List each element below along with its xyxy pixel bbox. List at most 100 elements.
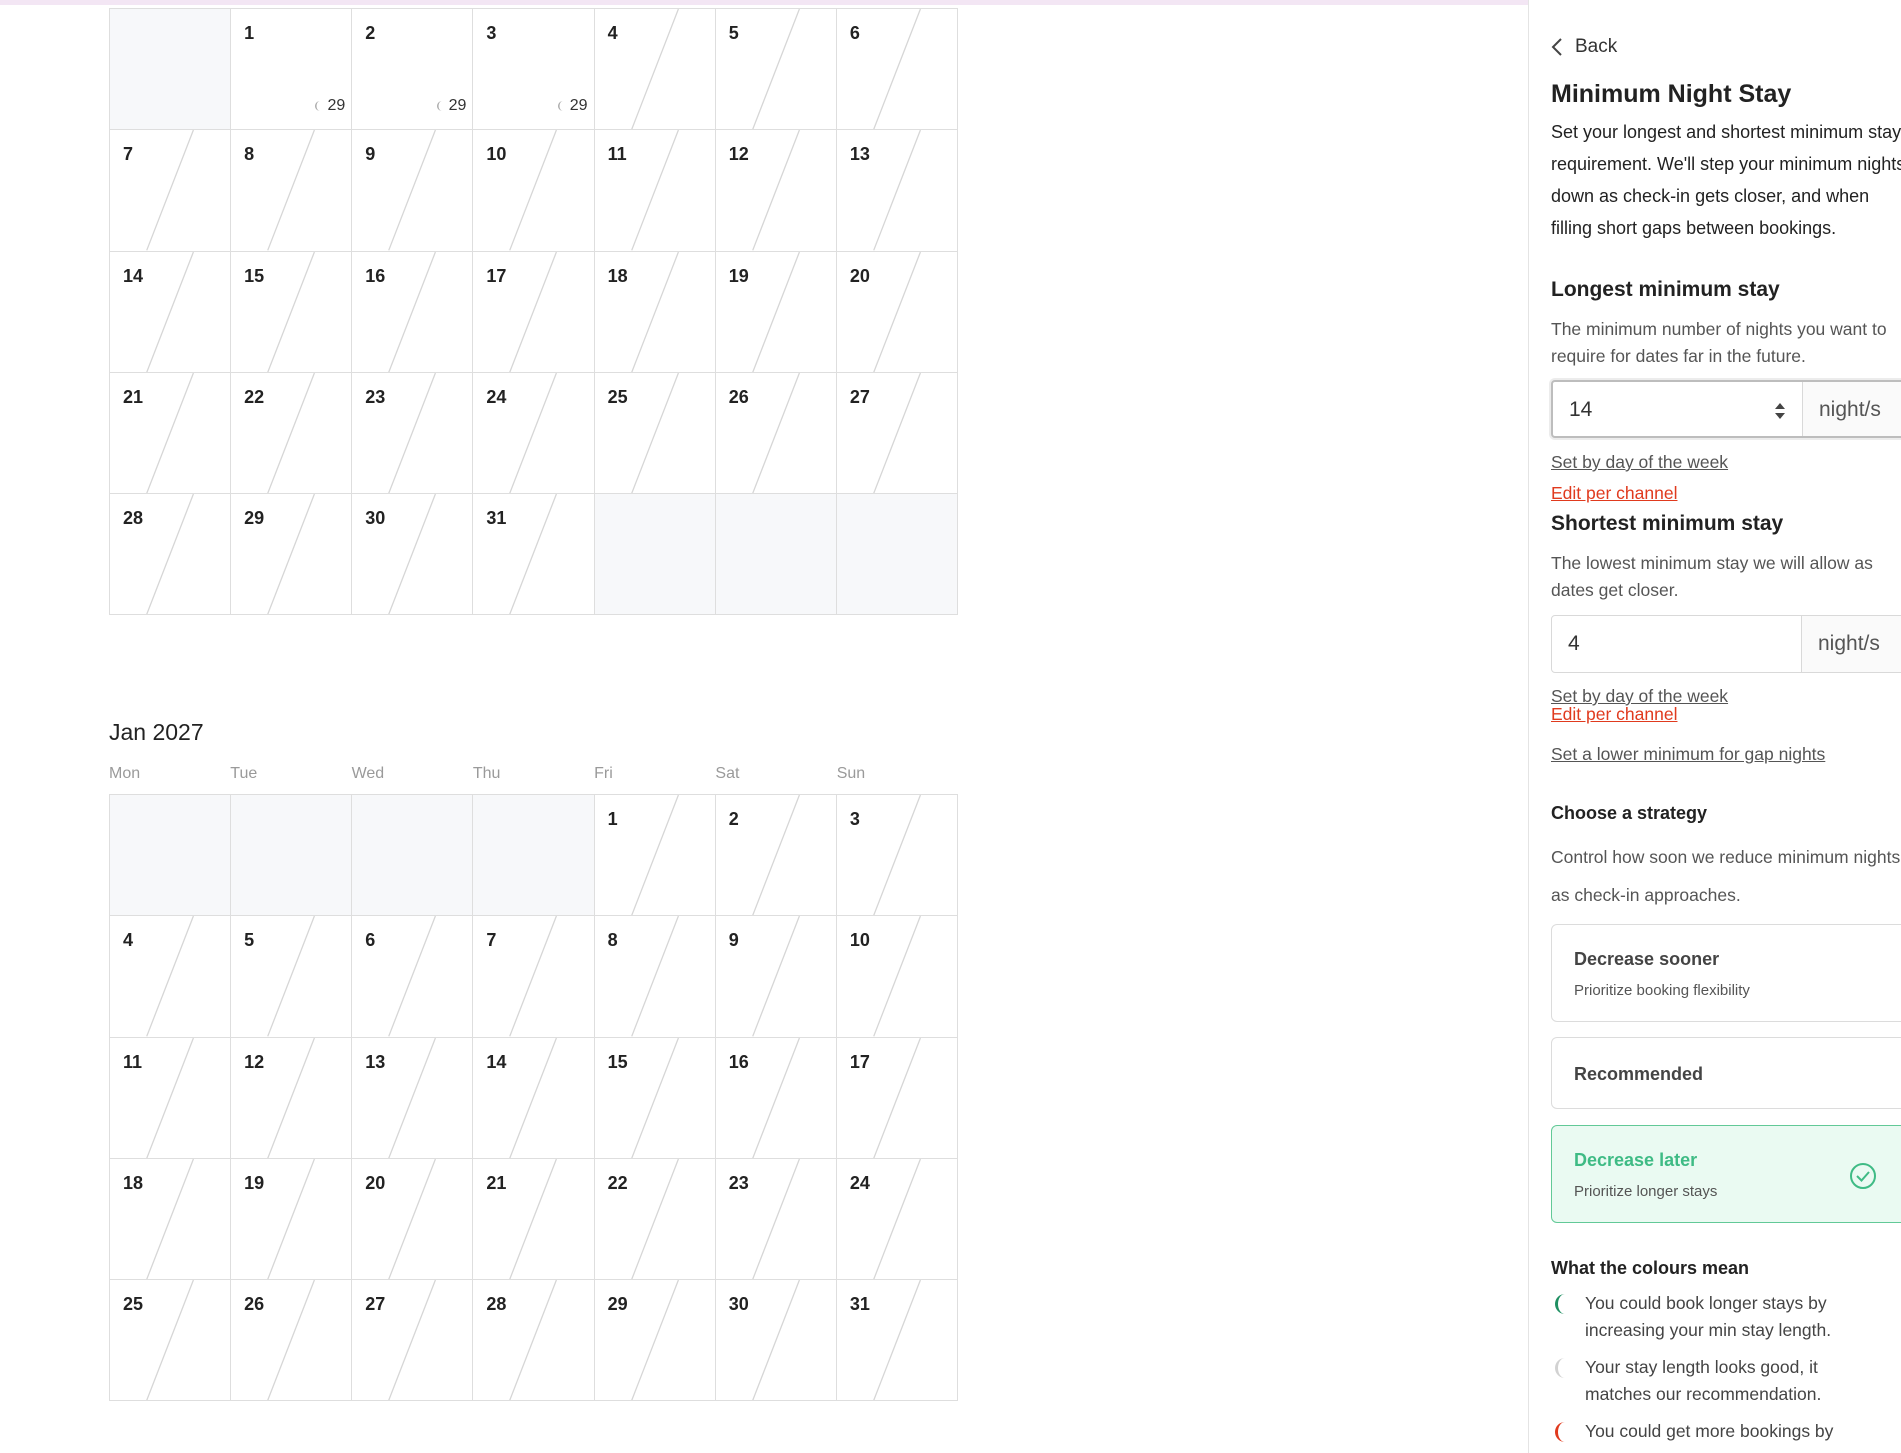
day-number: 26 [244,1294,265,1315]
calendar-day-cell[interactable]: 27 [352,1280,474,1402]
weekday-label: Mon [109,765,141,782]
calendar-day-cell[interactable]: 15 [594,1037,716,1159]
shortest-edit-per-channel-link[interactable]: Edit per channel [1551,704,1677,725]
longest-edit-per-channel-link[interactable]: Edit per channel [1551,483,1677,504]
calendar-day-cell[interactable]: 2 29 [352,9,474,131]
back-button[interactable]: Back [1551,36,1617,58]
calendar-day-cell[interactable]: 5 [231,916,353,1038]
calendar-day-cell[interactable]: 26 [231,1280,353,1402]
calendar-day-cell[interactable]: 19 [231,1158,353,1281]
strategy-option-recommended[interactable]: Recommended [1551,1037,1901,1109]
calendar-day-cell[interactable]: 7 [473,916,595,1038]
calendar-day-cell[interactable]: 17 [473,251,595,373]
calendar-day-cell[interactable]: 28 [110,494,232,616]
day-number: 12 [244,1051,265,1072]
day-number: 5 [244,930,255,951]
longest-min-stay-input[interactable]: 14 [1553,382,1803,436]
calendar-day-cell[interactable]: 11 [110,1037,232,1159]
day-number: 23 [728,1172,749,1193]
day-number: 7 [486,930,497,951]
calendar-day-cell[interactable]: 5 [715,9,837,131]
gap-nights-link[interactable]: Set a lower minimum for gap nights [1551,744,1825,765]
calendar-day-cell[interactable]: 25 [110,1280,232,1402]
calendar-day-cell[interactable]: 31 [836,1280,958,1402]
strategy-heading: Choose a strategy [1551,803,1708,823]
day-number: 13 [365,1051,386,1072]
calendar-day-cell[interactable]: 6 [352,916,474,1038]
weekday-label: Wed [352,0,473,8]
calendar-day-cell[interactable]: 2 [715,795,837,917]
calendar-day-cell[interactable]: 1 [594,795,716,917]
calendar-day-cell[interactable]: 14 [110,251,232,373]
calendar-day-cell[interactable]: 16 [352,251,474,373]
calendar-day-cell[interactable]: 13 [352,1037,474,1159]
day-number: 17 [486,265,507,286]
calendar-day-cell[interactable]: 9 [715,916,837,1038]
day-number: 10 [486,144,507,165]
calendar-day-cell[interactable]: 22 [594,1158,716,1281]
calendar-day-cell[interactable]: 21 [110,372,232,495]
day-number: 14 [123,265,144,286]
calendar-day-cell[interactable]: 19 [715,251,837,373]
calendar-day-cell[interactable]: 24 [473,372,595,495]
calendar-day-cell[interactable]: 28 [473,1280,595,1402]
calendar-day-cell[interactable]: 21 [473,1158,595,1281]
calendar-day-cell[interactable]: 23 [715,1158,837,1281]
shortest-min-stay-input[interactable]: 4 [1552,616,1802,672]
calendar-day-cell[interactable]: 13 [836,130,958,252]
calendar-day-cell[interactable]: 18 [594,251,716,373]
strategy-option-title: Decrease sooner [1574,949,1720,969]
calendar-day-cell[interactable]: 30 [352,494,474,616]
shortest-min-stay-description: The lowest minimum stay we will allow as… [1551,553,1873,600]
calendar-day-cell[interactable]: 25 [594,372,716,495]
weekday-label: Thu [473,0,594,8]
calendar-day-cell[interactable]: 29 [594,1280,716,1402]
calendar-day-cell[interactable]: 23 [352,372,474,495]
min-stay-indicator: 29 [556,97,588,115]
strategy-description: Control how soon we reduce minimum night… [1551,847,1901,905]
calendar-day-cell[interactable]: 10 [836,916,958,1038]
calendar-day-cell[interactable]: 17 [836,1037,958,1159]
calendar-day-cell[interactable]: 26 [715,372,837,495]
calendar-day-cell[interactable]: 3 [836,795,958,917]
calendar-day-cell[interactable]: 15 [231,251,353,373]
strategy-option-decrease-later[interactable]: Decrease later Prioritize longer stays [1551,1125,1901,1223]
calendar-day-cell[interactable]: 22 [231,372,353,495]
weekday-label: Wed [351,765,385,782]
calendar-day-cell[interactable]: 10 [473,130,595,252]
calendar-day-cell[interactable]: 12 [715,130,837,252]
calendar-day-cell[interactable]: 29 [231,494,353,616]
calendar-day-cell[interactable]: 24 [836,1158,958,1281]
strategy-option-subtitle: Prioritize booking flexibility [1574,982,1750,999]
longest-set-by-day-link[interactable]: Set by day of the week [1551,452,1728,473]
calendar-day-cell[interactable]: 1 29 [231,9,353,131]
calendar-day-cell[interactable]: 6 [836,9,958,131]
day-number: 10 [849,930,870,951]
calendar-day-cell[interactable]: 14 [473,1037,595,1159]
strategy-option-decrease-sooner[interactable]: Decrease sooner Prioritize booking flexi… [1551,924,1901,1022]
day-number: 27 [365,1294,386,1315]
day-number: 11 [123,1051,143,1072]
shortest-min-stay-input-group: 4 night/s [1551,615,1901,673]
calendar-day-cell[interactable]: 27 [836,372,958,495]
calendar-day-cell[interactable]: 20 [836,251,958,373]
stepper-arrows-icon[interactable] [1774,401,1786,421]
moon-grey-icon [557,101,563,112]
calendar-day-cell[interactable]: 8 [231,130,353,252]
calendar-day-cell[interactable]: 20 [352,1158,474,1281]
calendar-day-cell[interactable]: 18 [110,1158,232,1281]
calendar-day-cell[interactable]: 4 [594,9,716,131]
calendar-day-cell[interactable]: 3 29 [473,9,595,131]
day-number: 20 [365,1172,386,1193]
calendar-day-cell[interactable]: 11 [594,130,716,252]
calendar-day-cell[interactable]: 30 [715,1280,837,1402]
calendar-day-cell[interactable]: 16 [715,1037,837,1159]
calendar-day-cell[interactable]: 12 [231,1037,353,1159]
moon-grey-icon [1555,1358,1565,1378]
calendar-day-cell[interactable]: 9 [352,130,474,252]
calendar-day-cell[interactable]: 7 [110,130,232,252]
calendar-day-cell[interactable]: 4 [110,916,232,1038]
calendar-day-cell[interactable]: 8 [594,916,716,1038]
calendar-day-cell[interactable]: 31 [473,494,595,616]
day-number: 3 [486,23,497,43]
